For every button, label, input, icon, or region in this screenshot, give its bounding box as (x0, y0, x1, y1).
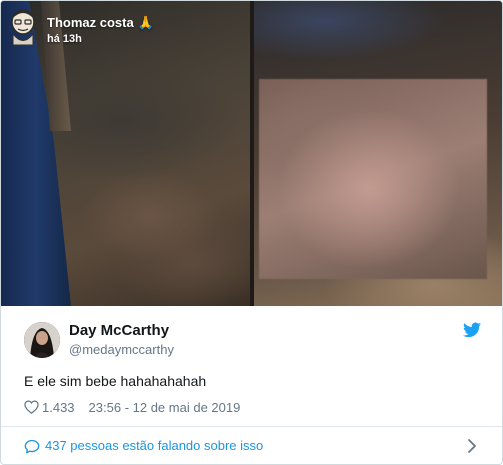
chevron-right-icon[interactable] (467, 438, 477, 454)
heart-icon[interactable] (24, 400, 39, 414)
tweet-timestamp[interactable]: 23:56 - 12 de mai de 2019 (89, 400, 241, 415)
tweet-media[interactable]: Thomaz costa 🙏 há 13h (1, 1, 502, 306)
tweet-text: E ele sim bebe hahahahahah (24, 373, 207, 389)
like-count[interactable]: 1.433 (42, 400, 75, 415)
snap-username: Thomaz costa 🙏 (47, 15, 154, 31)
author-name[interactable]: Day McCarthy (69, 322, 169, 339)
speech-bubble-icon (24, 439, 40, 454)
photo-left (1, 1, 250, 306)
bitmoji-avatar-icon (11, 9, 35, 45)
twitter-bird-icon[interactable] (463, 322, 481, 338)
author-avatar[interactable] (24, 322, 60, 358)
conversation-footer[interactable]: 437 pessoas estão falando sobre isso (1, 426, 502, 464)
snap-name-text: Thomaz costa (47, 15, 134, 30)
tweet-embed-card[interactable]: Thomaz costa 🙏 há 13h Day McCarthy @meday… (0, 0, 503, 465)
praying-hands-emoji: 🙏 (137, 15, 154, 30)
tweet-meta: 1.433 23:56 - 12 de mai de 2019 (24, 398, 240, 416)
avatar-image (24, 322, 60, 358)
conversation-link[interactable]: 437 pessoas estão falando sobre isso (45, 438, 263, 453)
snap-time: há 13h (47, 33, 82, 45)
blurred-region (259, 79, 487, 279)
author-handle[interactable]: @medaymccarthy (69, 342, 174, 357)
